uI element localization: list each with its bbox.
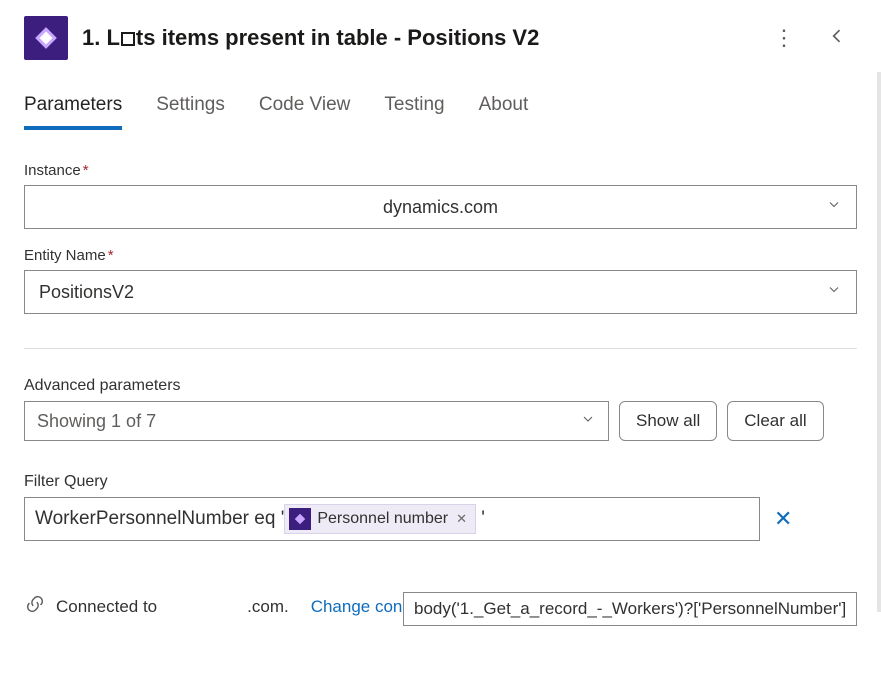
required-asterisk: *	[108, 247, 114, 264]
tab-label: About	[479, 94, 529, 115]
token-connector-icon	[289, 508, 311, 530]
chevron-down-icon	[826, 197, 842, 218]
tab-label: Parameters	[24, 94, 122, 115]
panel-header: 1. L ts items present in table - Position…	[24, 10, 857, 88]
tab-testing[interactable]: Testing	[384, 88, 444, 130]
entity-section: Entity Name* PositionsV2	[24, 229, 857, 314]
title-glyph-box	[121, 32, 135, 46]
filter-prefix-text: WorkerPersonnelNumber eq '	[35, 508, 284, 530]
filter-query-input[interactable]: WorkerPersonnelNumber eq ' Personnel num…	[24, 497, 760, 541]
more-menu-button[interactable]: ⋮	[769, 23, 799, 53]
clear-all-button[interactable]: Clear all	[727, 401, 823, 441]
tab-about[interactable]: About	[479, 88, 529, 130]
action-config-panel: 1. L ts items present in table - Position…	[0, 0, 881, 686]
step-title: 1. L ts items present in table - Position…	[82, 25, 755, 51]
token-remove-icon[interactable]: ✕	[456, 511, 467, 527]
connection-domain: .com.	[247, 597, 289, 617]
filter-query-label: Filter Query	[24, 473, 857, 491]
label-text: Entity Name	[24, 247, 106, 264]
tab-label: Code View	[259, 94, 351, 115]
entity-value: PositionsV2	[39, 282, 134, 303]
collapse-button[interactable]	[823, 22, 851, 54]
advanced-params-row: Showing 1 of 7 Show all Clear all	[24, 401, 857, 441]
chevron-left-icon	[827, 26, 847, 51]
advanced-summary: Showing 1 of 7	[37, 411, 156, 432]
tab-settings[interactable]: Settings	[156, 88, 225, 130]
tab-label: Testing	[384, 94, 444, 115]
instance-dropdown[interactable]: dynamics.com	[24, 185, 857, 229]
show-all-button[interactable]: Show all	[619, 401, 717, 441]
filter-suffix-text: '	[476, 508, 485, 530]
tab-strip: Parameters Settings Code View Testing Ab…	[24, 88, 857, 130]
connected-to-label: Connected to	[56, 597, 157, 617]
connector-icon	[24, 16, 68, 60]
advanced-params-dropdown[interactable]: Showing 1 of 7	[24, 401, 609, 441]
step-title-prefix: 1. L	[82, 25, 120, 50]
header-actions: ⋮	[769, 22, 857, 54]
token-label: Personnel number	[317, 510, 448, 528]
section-divider	[24, 348, 857, 349]
tab-parameters[interactable]: Parameters	[24, 88, 122, 130]
chevron-down-icon	[826, 282, 842, 303]
dynamic-content-token[interactable]: Personnel number ✕	[284, 504, 476, 534]
close-icon: ✕	[774, 506, 792, 531]
instance-section: Instance* dynamics.com	[24, 136, 857, 229]
filter-query-row: WorkerPersonnelNumber eq ' Personnel num…	[24, 497, 857, 541]
panel-right-edge	[877, 72, 881, 612]
more-vertical-icon: ⋮	[773, 25, 795, 50]
tab-code-view[interactable]: Code View	[259, 88, 351, 130]
expression-tooltip: body('1._Get_a_record_-_Workers')?['Pers…	[403, 592, 857, 626]
clear-filter-button[interactable]: ✕	[770, 506, 796, 532]
advanced-params-label: Advanced parameters	[24, 377, 857, 395]
step-title-suffix: ts items present in table - Positions V2	[136, 25, 539, 50]
instance-label: Instance*	[24, 162, 857, 179]
instance-value: dynamics.com	[383, 197, 498, 218]
chevron-down-icon	[580, 411, 596, 432]
required-asterisk: *	[83, 162, 89, 179]
entity-label: Entity Name*	[24, 247, 857, 264]
link-icon	[24, 593, 46, 620]
entity-dropdown[interactable]: PositionsV2	[24, 270, 857, 314]
label-text: Instance	[24, 162, 81, 179]
tab-label: Settings	[156, 94, 225, 115]
